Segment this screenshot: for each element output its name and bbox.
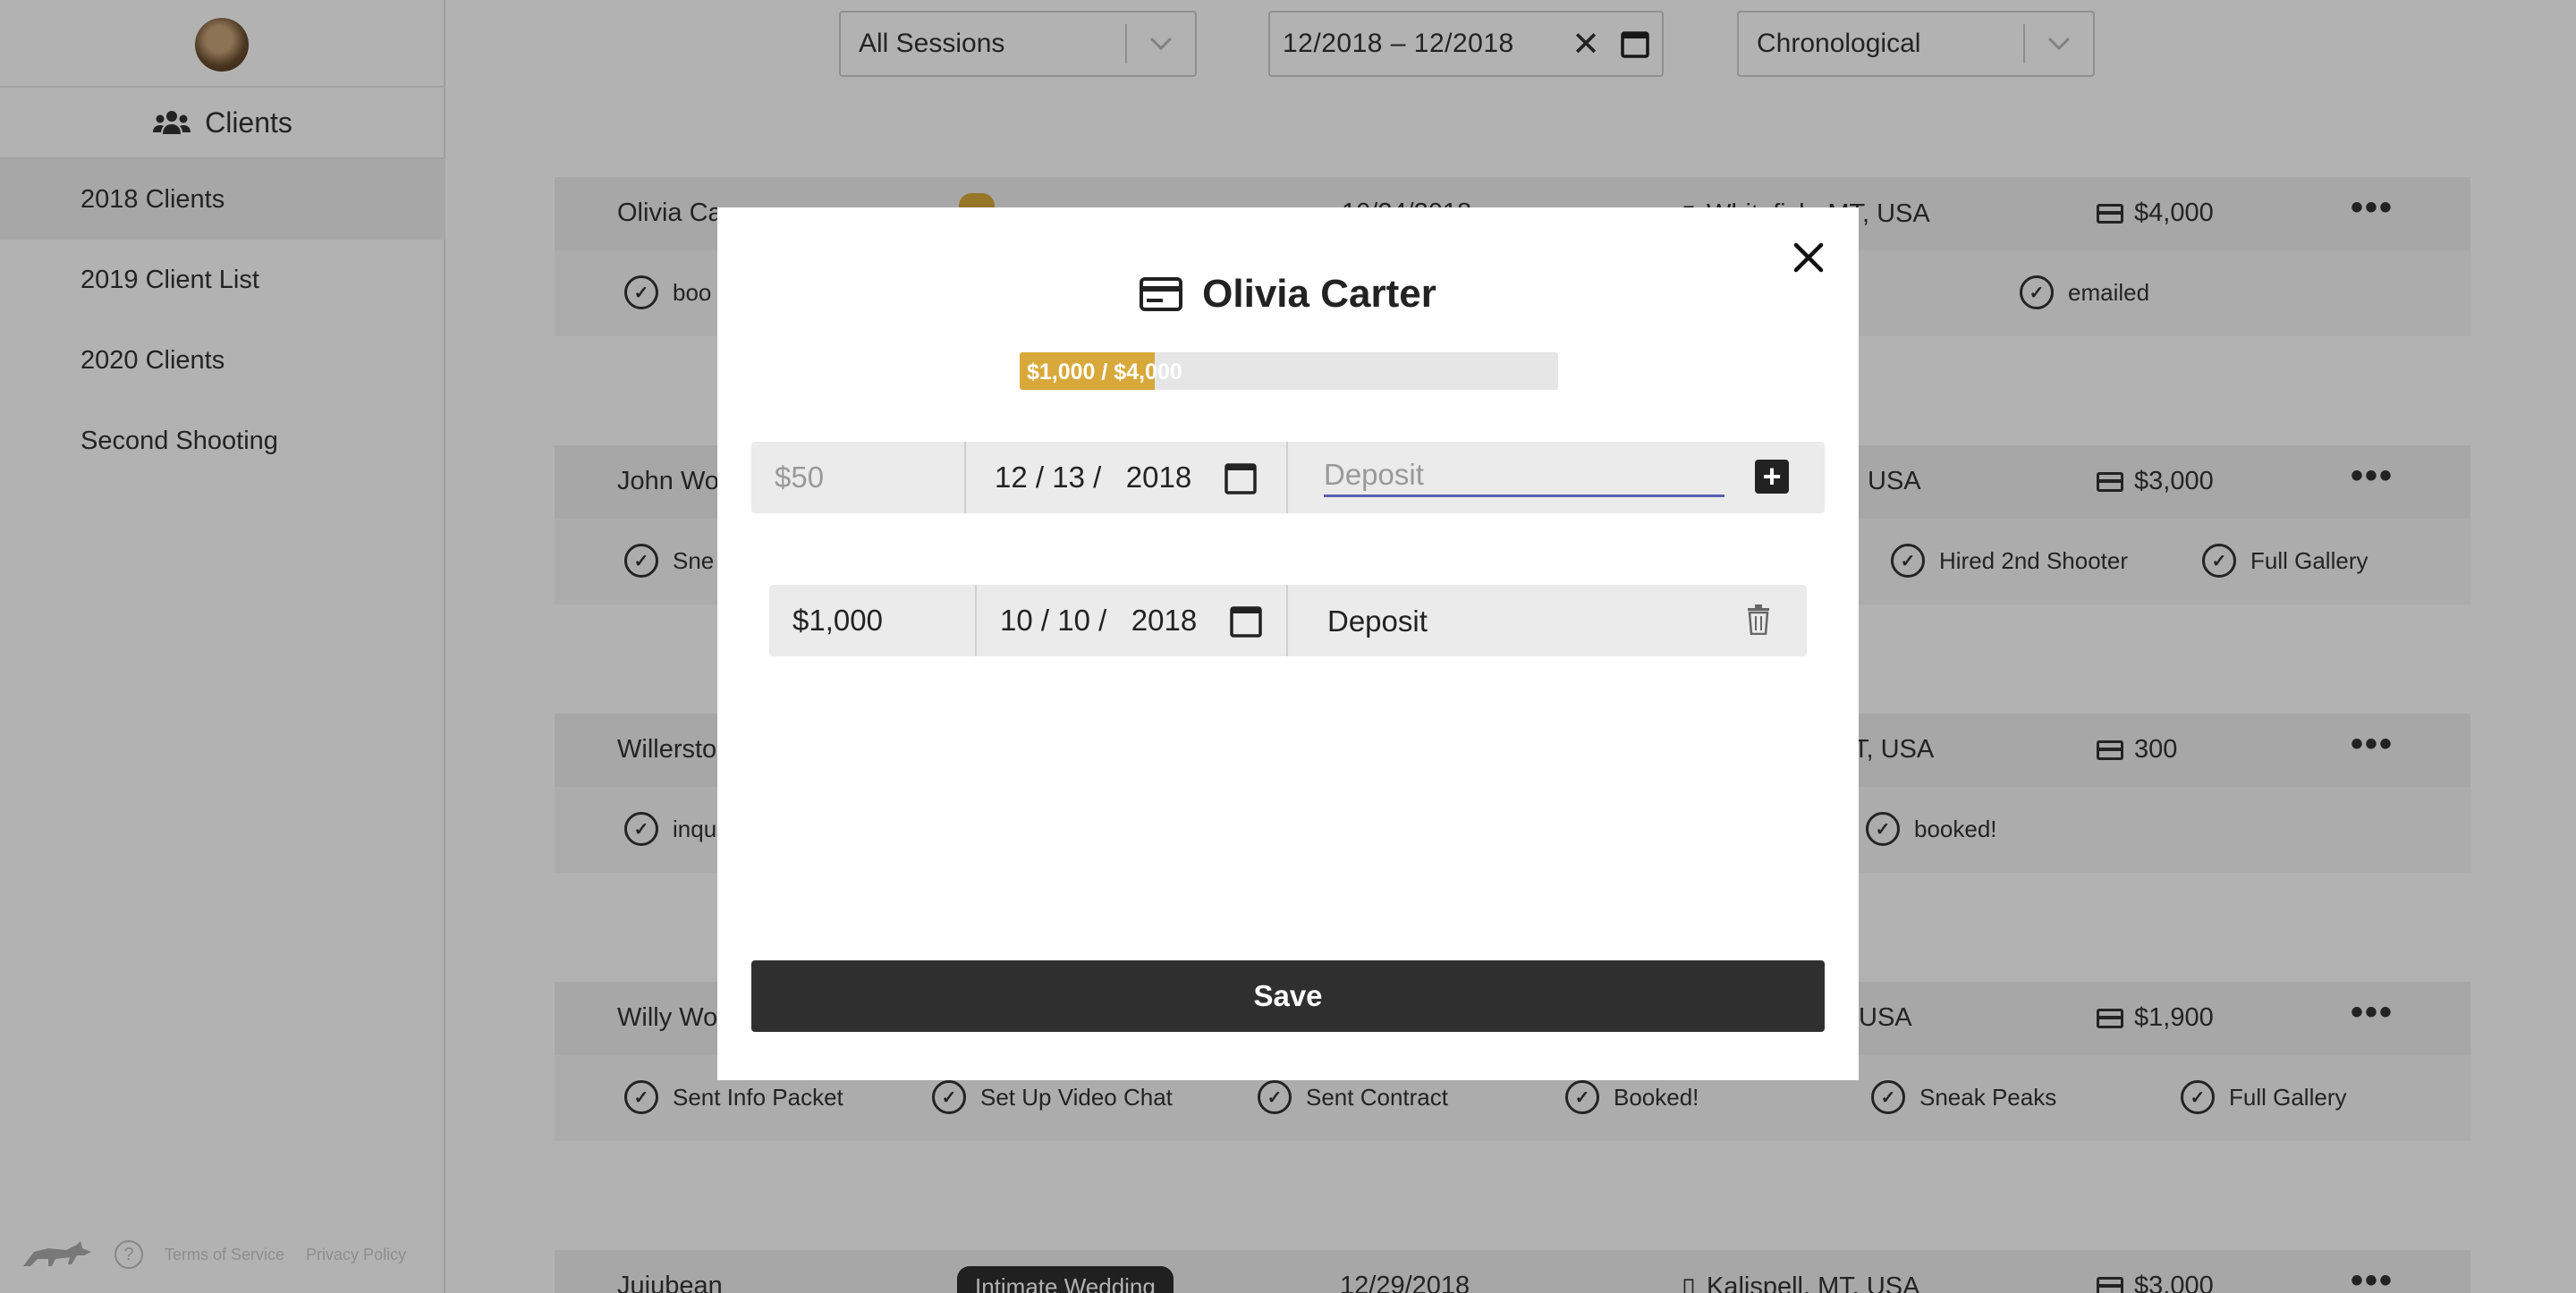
payment-amount[interactable]: $1,000 — [769, 585, 977, 656]
calendar-icon[interactable] — [1224, 460, 1258, 495]
modal-title: Olivia Carter — [717, 272, 1859, 317]
save-button[interactable]: Save — [751, 960, 1825, 1032]
new-payment-row: $50 12 / 13 / 2018 + — [751, 442, 1825, 513]
payment-date-field[interactable]: 10 / 10 / 2018 — [977, 585, 1288, 656]
add-payment-button[interactable]: + — [1755, 460, 1789, 494]
payment-row: $1,000 10 / 10 / 2018 Deposit — [769, 585, 1807, 656]
credit-card-icon — [1140, 277, 1183, 311]
payment-progress-bar: $1,000 / $4,000 — [1020, 352, 1558, 390]
new-payment-date-field[interactable]: 12 / 13 / 2018 — [966, 442, 1288, 513]
new-payment-description-cell: + — [1288, 442, 1825, 513]
new-payment-date-value: 12 / 13 / 2018 — [995, 461, 1192, 494]
payment-date-value: 10 / 10 / 2018 — [1000, 604, 1198, 637]
client-name-title: Olivia Carter — [1202, 272, 1436, 316]
payment-description[interactable]: Deposit — [1327, 604, 1428, 638]
payment-description-cell: Deposit — [1288, 585, 1807, 656]
calendar-icon[interactable] — [1229, 603, 1263, 638]
payments-modal: Olivia Carter $1,000 / $4,000 $50 12 / 1… — [717, 207, 1859, 1080]
new-payment-amount-field[interactable]: $50 — [751, 442, 966, 513]
trash-icon[interactable] — [1746, 604, 1771, 642]
payment-progress-text: $1,000 / $4,000 — [1027, 359, 1182, 385]
new-payment-description-input[interactable] — [1324, 454, 1724, 497]
